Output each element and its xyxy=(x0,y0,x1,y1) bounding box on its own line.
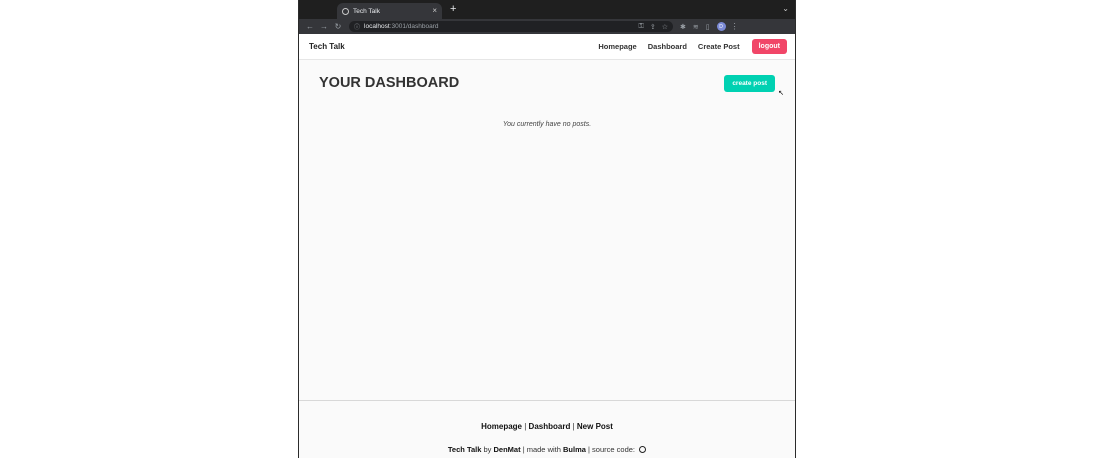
nav-link-dashboard[interactable]: Dashboard xyxy=(648,42,687,51)
footer-source-text: | source code: xyxy=(588,445,635,454)
nav-link-homepage[interactable]: Homepage xyxy=(598,42,636,51)
browser-tab[interactable]: Tech Talk × xyxy=(337,3,442,19)
footer-credit: Tech Talk by DenMat | made with Bulma | … xyxy=(299,445,795,454)
new-tab-button[interactable]: + xyxy=(450,4,456,15)
dashboard-header: YOUR DASHBOARD create post ↖ xyxy=(299,60,795,120)
key-icon[interactable]: ⚿ xyxy=(639,23,644,31)
share-icon[interactable]: ⇪ xyxy=(650,23,656,31)
empty-posts-message: You currently have no posts. xyxy=(502,121,592,128)
back-icon[interactable]: ← xyxy=(303,22,317,31)
tab-title: Tech Talk xyxy=(353,7,380,15)
page-title: YOUR DASHBOARD xyxy=(319,75,460,91)
reload-icon[interactable]: ↻ xyxy=(331,22,345,31)
tab-strip: Tech Talk × + ⌄ xyxy=(299,0,795,19)
logout-button[interactable]: logout xyxy=(751,39,787,54)
star-icon[interactable]: ☆ xyxy=(662,23,668,31)
close-tab-icon[interactable]: × xyxy=(432,7,437,15)
site-navbar: Tech Talk Homepage Dashboard Create Post… xyxy=(299,34,795,60)
footer-link-dashboard[interactable]: Dashboard xyxy=(529,422,571,431)
info-icon[interactable]: ⓘ xyxy=(354,22,360,31)
footer-author[interactable]: DenMat xyxy=(494,445,521,454)
profile-avatar[interactable]: D xyxy=(716,22,726,31)
footer-links: Homepage | Dashboard | New Post xyxy=(299,422,795,431)
footer-framework-link[interactable]: Bulma xyxy=(563,445,586,454)
footer: Homepage | Dashboard | New Post Tech Tal… xyxy=(299,400,795,458)
footer-separator: | xyxy=(524,422,527,431)
nav-links: Homepage Dashboard Create Post logout xyxy=(587,39,787,54)
side-panel-icon[interactable]: ▯ xyxy=(706,23,710,31)
menu-icon[interactable]: ⋮ xyxy=(731,22,739,31)
mouse-cursor-icon: ↖ xyxy=(778,90,784,97)
chevron-down-icon[interactable]: ⌄ xyxy=(782,4,789,13)
reading-list-icon[interactable]: ≋ xyxy=(693,23,699,31)
github-icon[interactable] xyxy=(639,446,647,453)
forward-icon[interactable]: → xyxy=(317,22,331,31)
url-host: localhost xyxy=(364,23,390,30)
create-post-button[interactable]: create post xyxy=(724,75,775,92)
footer-link-new-post[interactable]: New Post xyxy=(577,422,613,431)
address-bar[interactable]: ⓘ localhost :3001/dashboard ⚿ ⇪ ☆ xyxy=(349,21,673,32)
url-path: :3001/dashboard xyxy=(389,23,439,30)
footer-by-text: by xyxy=(483,445,492,454)
browser-window: Tech Talk × + ⌄ ← → ↻ ⓘ localhost :3001/… xyxy=(298,0,796,458)
browser-toolbar: ← → ↻ ⓘ localhost :3001/dashboard ⚿ ⇪ ☆ … xyxy=(299,19,795,34)
footer-link-homepage[interactable]: Homepage xyxy=(481,422,522,431)
brand-logo[interactable]: Tech Talk xyxy=(309,42,345,51)
footer-made-with-text: | made with xyxy=(522,445,561,454)
extensions-icon[interactable]: ✱ xyxy=(680,23,686,31)
footer-app-name: Tech Talk xyxy=(447,445,482,454)
nav-link-create-post[interactable]: Create Post xyxy=(698,42,740,51)
footer-separator: | xyxy=(572,422,575,431)
globe-icon xyxy=(342,7,349,15)
